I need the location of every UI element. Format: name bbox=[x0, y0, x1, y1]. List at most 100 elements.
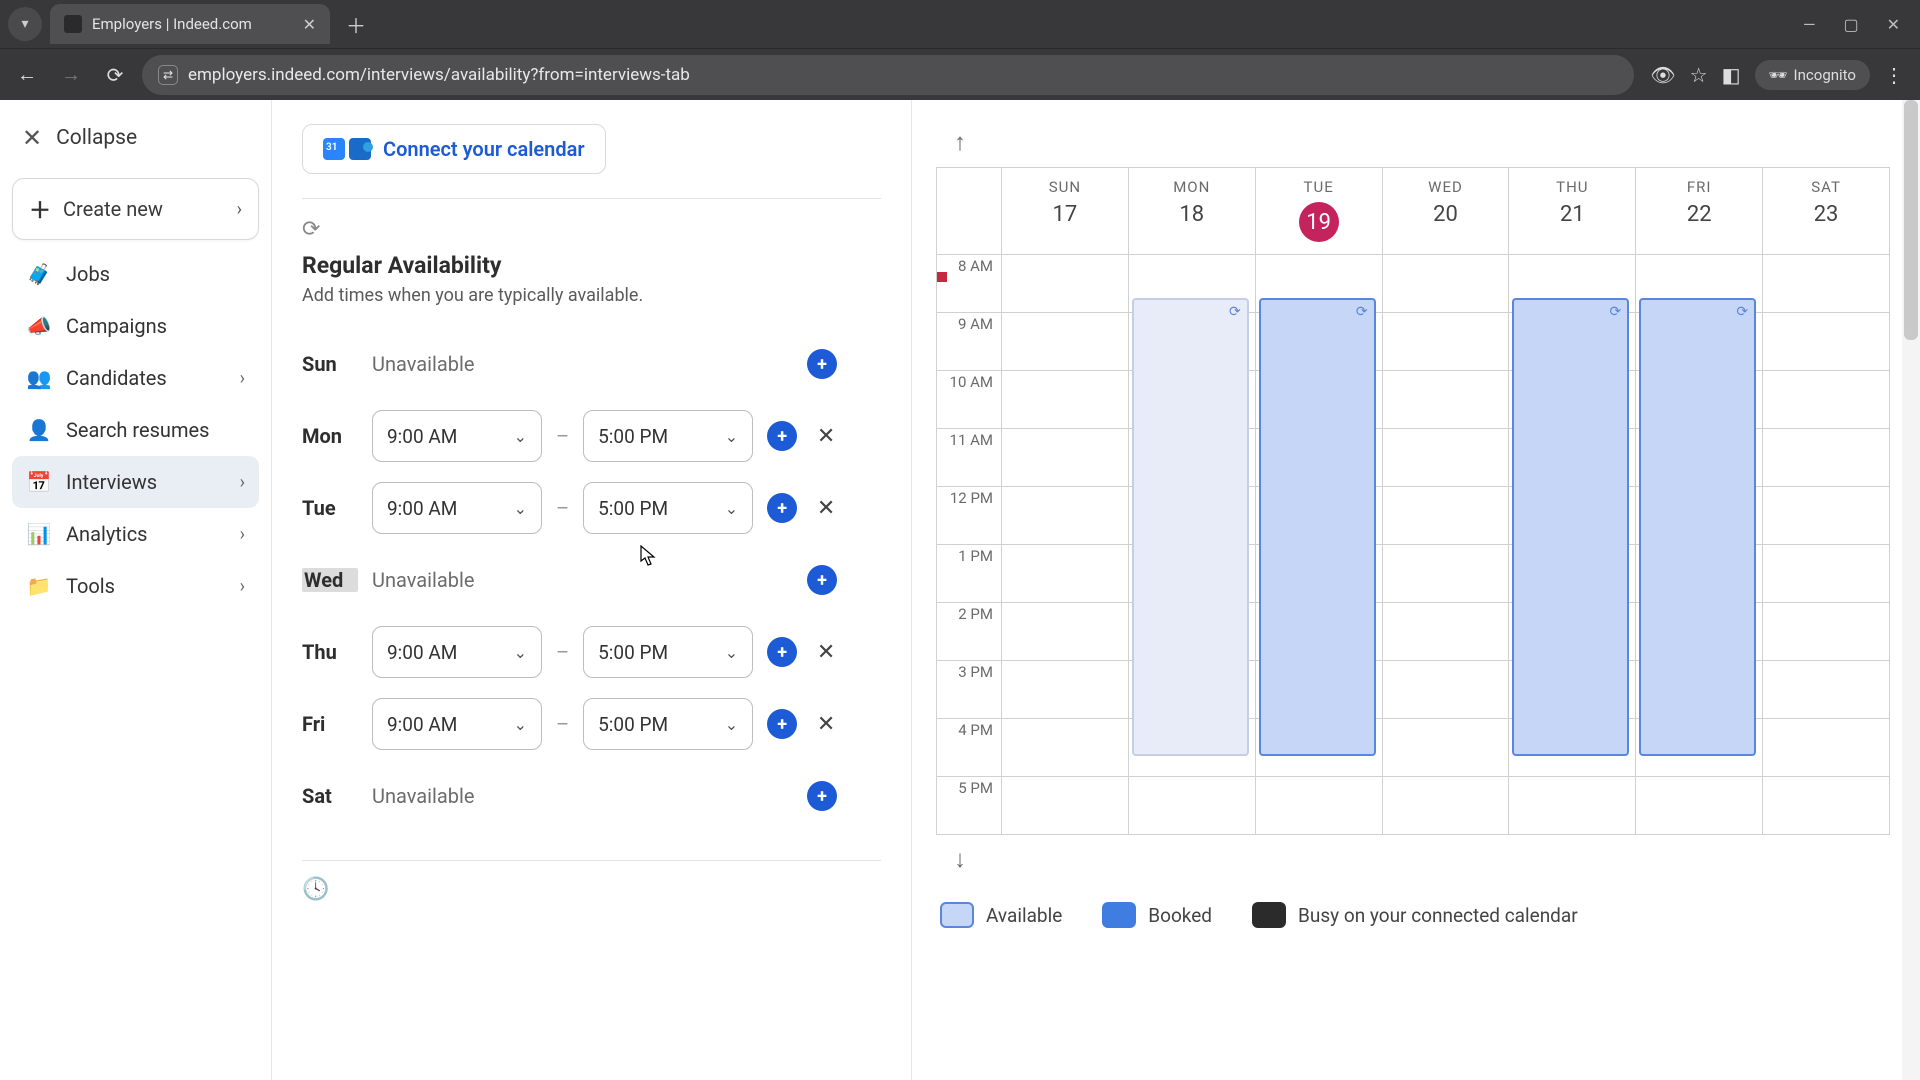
calendar-cell[interactable] bbox=[1382, 312, 1509, 370]
maximize-icon[interactable]: ▢ bbox=[1843, 15, 1858, 34]
sync-icon: ⟳ bbox=[1736, 304, 1748, 320]
hour-label: 3 PM bbox=[937, 660, 1001, 718]
incognito-badge[interactable]: 🕶 Incognito bbox=[1755, 60, 1871, 90]
sidebar-item-jobs[interactable]: 🧳 Jobs bbox=[12, 248, 259, 300]
calendar-cell[interactable] bbox=[1382, 718, 1509, 776]
kebab-menu-icon[interactable]: ⋮ bbox=[1884, 63, 1904, 87]
close-tab-icon[interactable]: ✕ bbox=[303, 15, 316, 34]
calendar-cell[interactable] bbox=[1762, 718, 1889, 776]
chevron-down-icon: ⌄ bbox=[725, 715, 738, 734]
start-time-select[interactable]: 9:00 AM⌄ bbox=[372, 626, 542, 678]
url-field[interactable]: ⇄ employers.indeed.com/interviews/availa… bbox=[142, 55, 1634, 95]
day-number: 21 bbox=[1509, 202, 1635, 227]
sidebar-item-tools[interactable]: 📁 Tools › bbox=[12, 560, 259, 612]
calendar-cell[interactable] bbox=[1001, 370, 1128, 428]
calendar-cell[interactable] bbox=[1762, 776, 1889, 834]
add-slot-button[interactable]: + bbox=[807, 565, 837, 595]
add-slot-button[interactable]: + bbox=[807, 781, 837, 811]
add-slot-button[interactable]: + bbox=[767, 421, 797, 451]
add-slot-button[interactable]: + bbox=[767, 709, 797, 739]
scrollbar-thumb[interactable] bbox=[1904, 100, 1918, 340]
sidebar-item-search-resumes[interactable]: 👤 Search resumes bbox=[12, 404, 259, 456]
eye-off-icon[interactable]: 👁 bbox=[1650, 63, 1675, 87]
calendar-cell[interactable] bbox=[1762, 660, 1889, 718]
sidebar-item-candidates[interactable]: 👥 Candidates › bbox=[12, 352, 259, 404]
calendar-cell[interactable] bbox=[1382, 660, 1509, 718]
bookmark-star-icon[interactable]: ☆ bbox=[1690, 63, 1708, 87]
end-time-select[interactable]: 5:00 PM⌄ bbox=[583, 482, 753, 534]
close-window-icon[interactable]: ✕ bbox=[1887, 15, 1900, 34]
calendar-cell[interactable] bbox=[1001, 486, 1128, 544]
calendar-cell[interactable] bbox=[1001, 776, 1128, 834]
calendar-cell[interactable] bbox=[1635, 776, 1762, 834]
new-tab-button[interactable]: ＋ bbox=[338, 10, 374, 39]
sidebar-item-interviews[interactable]: 📅 Interviews › bbox=[12, 456, 259, 508]
back-button[interactable]: ← bbox=[10, 58, 44, 92]
calendar-cell[interactable] bbox=[1001, 544, 1128, 602]
calendar-cell[interactable] bbox=[1382, 776, 1509, 834]
start-time-select[interactable]: 9:00 AM⌄ bbox=[372, 698, 542, 750]
end-time-select[interactable]: 5:00 PM⌄ bbox=[583, 410, 753, 462]
calendar-cell[interactable] bbox=[1382, 544, 1509, 602]
calendar-cell[interactable] bbox=[1001, 428, 1128, 486]
forward-button[interactable]: → bbox=[54, 58, 88, 92]
calendar-cell[interactable] bbox=[1001, 718, 1128, 776]
calendar-cell[interactable] bbox=[1255, 776, 1382, 834]
collapse-button[interactable]: ✕ Collapse bbox=[12, 114, 259, 170]
calendar-cell[interactable] bbox=[1001, 602, 1128, 660]
unavailable-label: Unavailable bbox=[372, 784, 793, 808]
day-header-fri: FRI 22 bbox=[1635, 168, 1762, 254]
availability-block[interactable]: ⟳ bbox=[1259, 298, 1376, 756]
dow-label: FRI bbox=[1636, 178, 1762, 196]
end-time-select[interactable]: 5:00 PM⌄ bbox=[583, 626, 753, 678]
availability-block[interactable]: ⟳ bbox=[1512, 298, 1629, 756]
sidebar-item-analytics[interactable]: 📊 Analytics › bbox=[12, 508, 259, 560]
browser-tab[interactable]: Employers | Indeed.com ✕ bbox=[50, 4, 330, 44]
calendar-cell[interactable] bbox=[1001, 312, 1128, 370]
calendar-cell[interactable] bbox=[1382, 602, 1509, 660]
availability-block[interactable]: ⟳ bbox=[1639, 298, 1756, 756]
day-row-wed: Wed Unavailable + bbox=[302, 544, 881, 616]
tab-bar: ▾ Employers | Indeed.com ✕ ＋ — ▢ ✕ bbox=[0, 0, 1920, 48]
calendar-cell[interactable] bbox=[1762, 544, 1889, 602]
calendar-cell[interactable] bbox=[1762, 254, 1889, 312]
tab-search-button[interactable]: ▾ bbox=[8, 7, 42, 41]
calendar-cell[interactable] bbox=[1762, 370, 1889, 428]
start-time-select[interactable]: 9:00 AM⌄ bbox=[372, 410, 542, 462]
sync-icon[interactable]: ⟳ bbox=[302, 217, 320, 242]
sidebar-item-campaigns[interactable]: 📣 Campaigns bbox=[12, 300, 259, 352]
connect-calendar-button[interactable]: Connect your calendar bbox=[302, 124, 606, 174]
site-info-icon[interactable]: ⇄ bbox=[158, 65, 178, 85]
calendar-cell[interactable] bbox=[1382, 428, 1509, 486]
scroll-down-button[interactable]: ↓ bbox=[936, 835, 1890, 884]
calendar-cell[interactable] bbox=[1001, 660, 1128, 718]
start-time-select[interactable]: 9:00 AM⌄ bbox=[372, 482, 542, 534]
remove-slot-button[interactable]: ✕ bbox=[811, 709, 841, 739]
calendar-cell[interactable] bbox=[1128, 776, 1255, 834]
page-scrollbar[interactable] bbox=[1902, 100, 1920, 1080]
availability-block[interactable]: ⟳ bbox=[1132, 298, 1249, 756]
calendar-cell[interactable] bbox=[1382, 370, 1509, 428]
end-time-select[interactable]: 5:00 PM⌄ bbox=[583, 698, 753, 750]
time-gutter bbox=[937, 168, 1001, 254]
calendar-cell[interactable] bbox=[1382, 254, 1509, 312]
create-new-button[interactable]: ＋ Create new › bbox=[12, 178, 259, 240]
calendar-cell[interactable] bbox=[1762, 602, 1889, 660]
scroll-up-button[interactable]: ↑ bbox=[936, 124, 1890, 167]
side-panel-icon[interactable]: ◧ bbox=[1722, 63, 1741, 87]
add-slot-button[interactable]: + bbox=[767, 493, 797, 523]
remove-slot-button[interactable]: ✕ bbox=[811, 493, 841, 523]
remove-slot-button[interactable]: ✕ bbox=[811, 637, 841, 667]
calendar-cell[interactable] bbox=[1001, 254, 1128, 312]
calendar-cell[interactable] bbox=[1508, 776, 1635, 834]
minimize-icon[interactable]: — bbox=[1803, 15, 1816, 34]
dow-label: MON bbox=[1129, 178, 1255, 196]
reload-button[interactable]: ⟳ bbox=[98, 58, 132, 92]
add-slot-button[interactable]: + bbox=[767, 637, 797, 667]
add-slot-button[interactable]: + bbox=[807, 349, 837, 379]
calendar-cell[interactable] bbox=[1762, 312, 1889, 370]
calendar-cell[interactable] bbox=[1762, 486, 1889, 544]
calendar-cell[interactable] bbox=[1762, 428, 1889, 486]
remove-slot-button[interactable]: ✕ bbox=[811, 421, 841, 451]
calendar-cell[interactable] bbox=[1382, 486, 1509, 544]
